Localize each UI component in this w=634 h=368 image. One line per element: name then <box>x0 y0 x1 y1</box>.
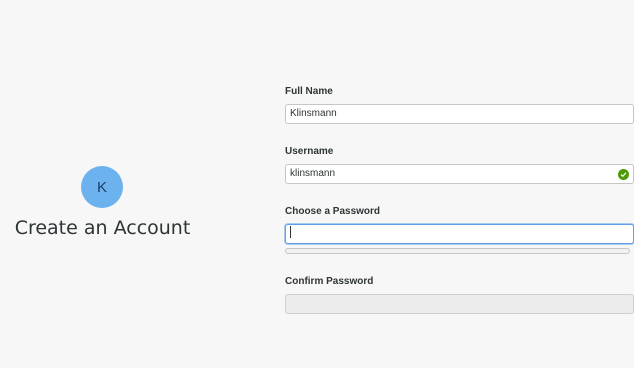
check-circle-icon <box>618 169 629 180</box>
username-field[interactable]: klinsmann <box>285 164 634 184</box>
username-label: Username <box>285 146 334 157</box>
avatar-initial: K <box>96 178 107 196</box>
full-name-value: Klinsmann <box>290 108 337 119</box>
password-label: Choose a Password <box>285 206 381 217</box>
account-summary-panel: K Create an Account <box>0 0 205 368</box>
username-value: klinsmann <box>290 168 336 179</box>
confirm-password-label: Confirm Password <box>285 276 374 287</box>
full-name-field[interactable]: Klinsmann <box>285 104 634 124</box>
avatar: K <box>81 166 123 208</box>
password-field[interactable] <box>285 224 634 244</box>
confirm-password-field[interactable] <box>285 294 634 314</box>
full-name-label: Full Name <box>285 86 333 97</box>
page-title: Create an Account <box>14 217 191 239</box>
text-cursor <box>290 226 291 239</box>
password-strength-bar <box>285 248 630 254</box>
